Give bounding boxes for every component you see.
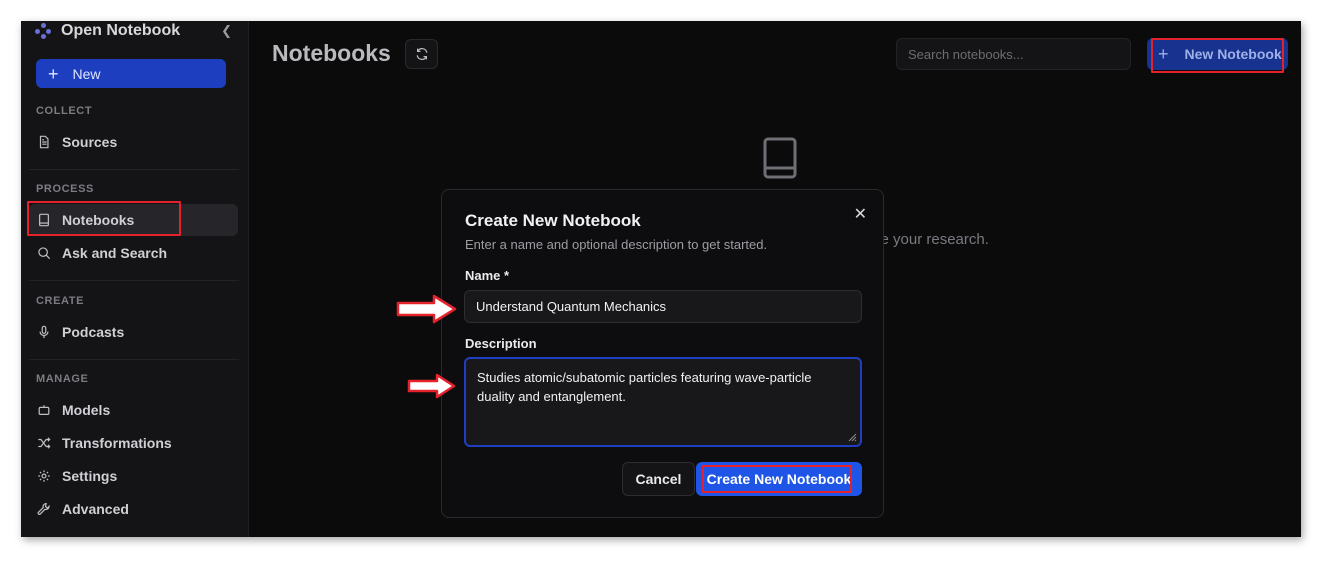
divider: [29, 359, 239, 360]
refresh-button[interactable]: [405, 39, 438, 69]
shuffle-icon: [38, 437, 51, 449]
mic-icon: [39, 325, 49, 339]
book-icon: [763, 137, 797, 179]
sidebar-item-label: Transformations: [62, 435, 172, 451]
sidebar-item-label: Ask and Search: [62, 245, 168, 261]
cancel-button[interactable]: Cancel: [622, 462, 695, 496]
sidebar-item-label: Sources: [62, 134, 118, 150]
highlight-box: [702, 465, 852, 493]
sidebar-item-transformations[interactable]: Transformations: [29, 427, 238, 459]
arrow-right-icon: [407, 373, 456, 399]
refresh-icon: [416, 48, 427, 60]
sidebar-item-label: Podcasts: [62, 324, 125, 340]
plus-icon: +: [48, 63, 59, 84]
section-label-collect: COLLECT: [36, 105, 93, 117]
logo-icon: [35, 23, 51, 39]
sidebar: Open Notebook ❮ + New COLLECT Sources PR…: [21, 21, 249, 537]
bot-icon: [38, 405, 50, 415]
section-label-create: CREATE: [36, 295, 85, 307]
search-input[interactable]: [896, 38, 1131, 70]
divider: [29, 169, 239, 170]
app-title: Open Notebook: [61, 22, 181, 39]
create-notebook-dialog: ✕ Create New Notebook Enter a name and o…: [441, 189, 884, 518]
search-icon: [38, 247, 51, 260]
new-button-label: New: [72, 65, 101, 82]
sidebar-item-label: Models: [62, 402, 111, 418]
file-text-icon: [39, 135, 49, 149]
sidebar-item-label: Settings: [62, 468, 118, 484]
resize-handle-icon[interactable]: [847, 432, 857, 442]
chevron-left-icon[interactable]: ❮: [221, 23, 232, 39]
dialog-subtitle: Enter a name and optional description to…: [465, 237, 768, 252]
gear-icon: [38, 470, 50, 482]
arrow-right-icon: [396, 294, 457, 324]
sidebar-item-settings[interactable]: Settings: [29, 460, 238, 492]
highlight-box: [1151, 38, 1284, 73]
close-icon[interactable]: ✕: [854, 204, 867, 224]
sidebar-item-label: Advanced: [62, 501, 129, 517]
section-label-process: PROCESS: [36, 183, 94, 195]
name-input[interactable]: [464, 290, 862, 323]
brand: Open Notebook: [35, 21, 180, 41]
sidebar-item-advanced[interactable]: Advanced: [29, 493, 238, 525]
highlight-box: [27, 201, 181, 236]
name-label: Name *: [465, 268, 510, 283]
description-textarea[interactable]: Studies atomic/subatomic particles featu…: [464, 357, 862, 447]
section-label-manage: MANAGE: [36, 373, 89, 385]
sidebar-item-ask-and-search[interactable]: Ask and Search: [29, 237, 238, 269]
empty-state-text: ze your research.: [873, 231, 989, 248]
page-title: Notebooks: [272, 40, 391, 66]
new-button[interactable]: + New: [36, 59, 226, 88]
sidebar-item-models[interactable]: Models: [29, 394, 238, 426]
sidebar-item-podcasts[interactable]: Podcasts: [29, 316, 238, 348]
sidebar-item-sources[interactable]: Sources: [29, 126, 238, 158]
description-label: Description: [465, 336, 537, 351]
divider: [29, 280, 239, 281]
wrench-icon: [37, 502, 50, 515]
app-window: Open Notebook ❮ + New COLLECT Sources PR…: [21, 21, 1301, 537]
dialog-title: Create New Notebook: [465, 211, 641, 230]
